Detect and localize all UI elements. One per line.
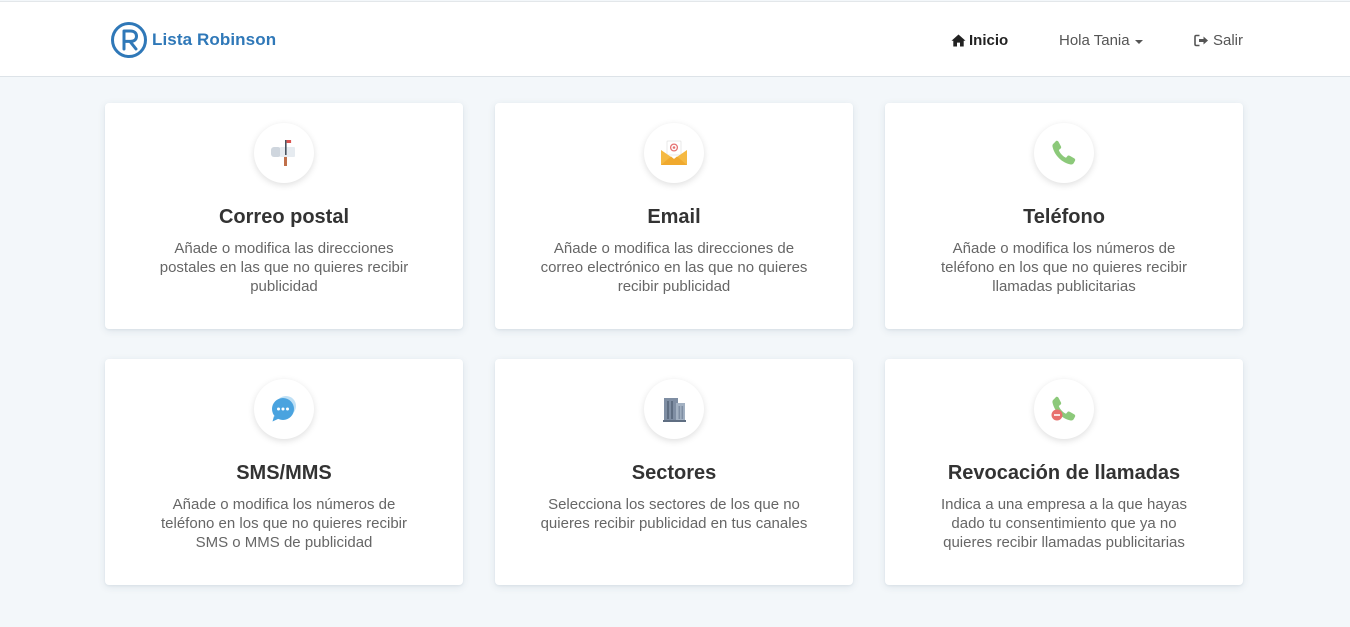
email-envelope-icon <box>661 140 687 165</box>
card-revocacion-llamadas[interactable]: Revocación de llamadas Indica a una empr… <box>885 359 1243 585</box>
phone-block-icon <box>1051 396 1076 421</box>
chat-bubble-icon <box>272 396 296 422</box>
card-sms-mms[interactable]: SMS/MMS Añade o modifica los números de … <box>105 359 463 585</box>
card-title: Revocación de llamadas <box>947 462 1181 484</box>
logout-link[interactable]: Salir <box>1194 32 1243 49</box>
logout-label: Salir <box>1213 32 1244 49</box>
card-icon-circle <box>644 379 704 439</box>
card-title: Sectores <box>631 462 717 484</box>
card-title: Email <box>647 206 701 228</box>
card-description: Añade o modifica los números de teléfono… <box>161 496 407 551</box>
phone-icon <box>1052 140 1076 165</box>
user-menu-dropdown[interactable]: Hola Tania <box>1059 32 1143 49</box>
card-icon-circle <box>1034 123 1094 183</box>
brand-logo-link[interactable]: Lista Robinson <box>110 21 276 59</box>
card-icon-circle <box>644 123 704 183</box>
caret-down-icon <box>1134 39 1143 44</box>
card-icon-circle <box>1034 379 1094 439</box>
card-title: Correo postal <box>218 206 350 228</box>
card-telefono[interactable]: Teléfono Añade o modifica los números de… <box>885 103 1243 329</box>
card-description: Añade o modifica las direcciones postale… <box>159 240 409 295</box>
card-description: Indica a una empresa a la que hayas dado… <box>941 496 1187 551</box>
card-icon-circle <box>254 123 314 183</box>
card-description: Añade o modifica los números de teléfono… <box>941 240 1187 295</box>
building-icon <box>663 398 686 422</box>
mailbox-icon <box>271 140 295 166</box>
brand-r-logo-icon <box>111 22 147 58</box>
card-sectores[interactable]: Sectores Selecciona los sectores de los … <box>495 359 853 585</box>
top-navbar: Lista Robinson Inicio Hola Tania Salir <box>0 1 1350 77</box>
card-title: Teléfono <box>1023 206 1105 228</box>
card-description: Añade o modifica las direcciones de corr… <box>540 240 808 295</box>
home-icon <box>951 34 966 47</box>
nav-home-label: Inicio <box>969 32 1009 49</box>
sign-out-icon <box>1194 34 1208 47</box>
card-title: SMS/MMS <box>236 462 332 484</box>
card-description: Selecciona los sectores de los que no qu… <box>540 496 808 532</box>
brand-name: Lista Robinson <box>152 30 277 49</box>
card-correo-postal[interactable]: Correo postal Añade o modifica las direc… <box>105 103 463 329</box>
card-icon-circle <box>254 379 314 439</box>
card-email[interactable]: Email Añade o modifica las direcciones d… <box>495 103 853 329</box>
nav-home-link[interactable]: Inicio <box>951 32 1008 49</box>
user-greeting-label: Hola Tania <box>1059 32 1130 49</box>
